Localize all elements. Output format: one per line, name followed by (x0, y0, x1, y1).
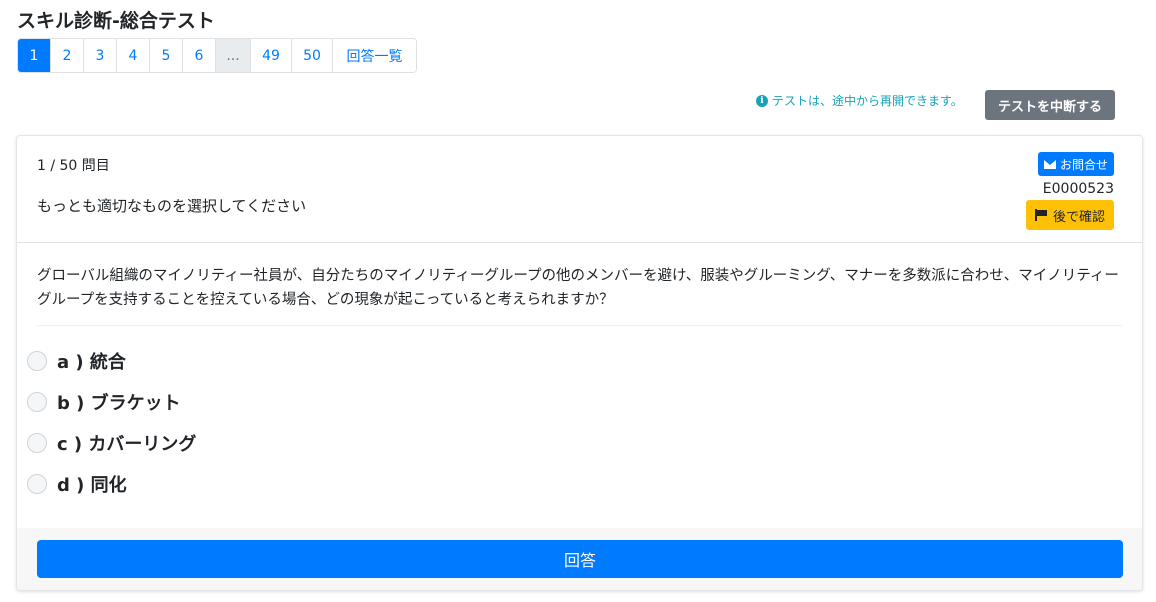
question-instruction: もっとも適切なものを選択してください (37, 197, 307, 215)
question-header: 1 / 50 問目 もっとも適切なものを選択してください お問合せ E00005… (17, 136, 1142, 243)
question-card: 1 / 50 問目 もっとも適切なものを選択してください お問合せ E00005… (16, 135, 1143, 591)
resume-notice: i テストは、途中から再開できます。 (756, 92, 963, 109)
resume-notice-text: テストは、途中から再開できます。 (772, 94, 963, 108)
suspend-test-button[interactable]: テストを中断する (985, 90, 1115, 120)
page-link-49[interactable]: 49 (251, 39, 292, 72)
option-c-label: c ) カバーリング (57, 434, 197, 455)
pagination: 1 2 3 4 5 6 ... 49 50 回答一覧 (17, 38, 417, 73)
option-d-label: d ) 同化 (57, 475, 127, 496)
question-footer: 回答 (17, 528, 1142, 590)
page-ellipsis: ... (216, 39, 251, 72)
review-later-button[interactable]: 後で確認 (1025, 200, 1114, 230)
option-b-label: b ) ブラケット (57, 393, 181, 414)
page-link-6[interactable]: 6 (183, 39, 216, 72)
page-link-2[interactable]: 2 (51, 39, 84, 72)
option-c[interactable]: c ) カバーリング (27, 430, 196, 456)
submit-answer-button[interactable]: 回答 (37, 540, 1123, 578)
question-id: E0000523 (1042, 181, 1114, 197)
contact-button[interactable]: お問合せ (1037, 152, 1114, 176)
envelope-icon (1043, 159, 1056, 169)
flag-icon (1034, 209, 1047, 221)
option-b[interactable]: b ) ブラケット (27, 389, 181, 415)
page-link-1[interactable]: 1 (18, 39, 51, 72)
question-counter: 1 / 50 問目 (37, 158, 110, 174)
radio-option-c[interactable] (27, 433, 47, 453)
option-d[interactable]: d ) 同化 (27, 471, 127, 497)
contact-button-label: お問合せ (1059, 157, 1108, 172)
page-link-4[interactable]: 4 (117, 39, 150, 72)
info-icon: i (756, 94, 768, 107)
page-title: スキル診断-総合テスト (17, 10, 215, 32)
review-later-label: 後で確認 (1052, 209, 1105, 225)
page-link-5[interactable]: 5 (150, 39, 183, 72)
page-link-50[interactable]: 50 (292, 39, 333, 72)
question-text: グローバル組織のマイノリティー社員が、自分たちのマイノリティーグループの他のメン… (37, 264, 1122, 326)
option-a[interactable]: a ) 統合 (27, 348, 126, 374)
radio-option-b[interactable] (27, 392, 47, 412)
radio-option-d[interactable] (27, 474, 47, 494)
page-link-3[interactable]: 3 (84, 39, 117, 72)
radio-option-a[interactable] (27, 351, 47, 371)
answer-list-link[interactable]: 回答一覧 (333, 39, 416, 72)
option-a-label: a ) 統合 (57, 352, 126, 373)
